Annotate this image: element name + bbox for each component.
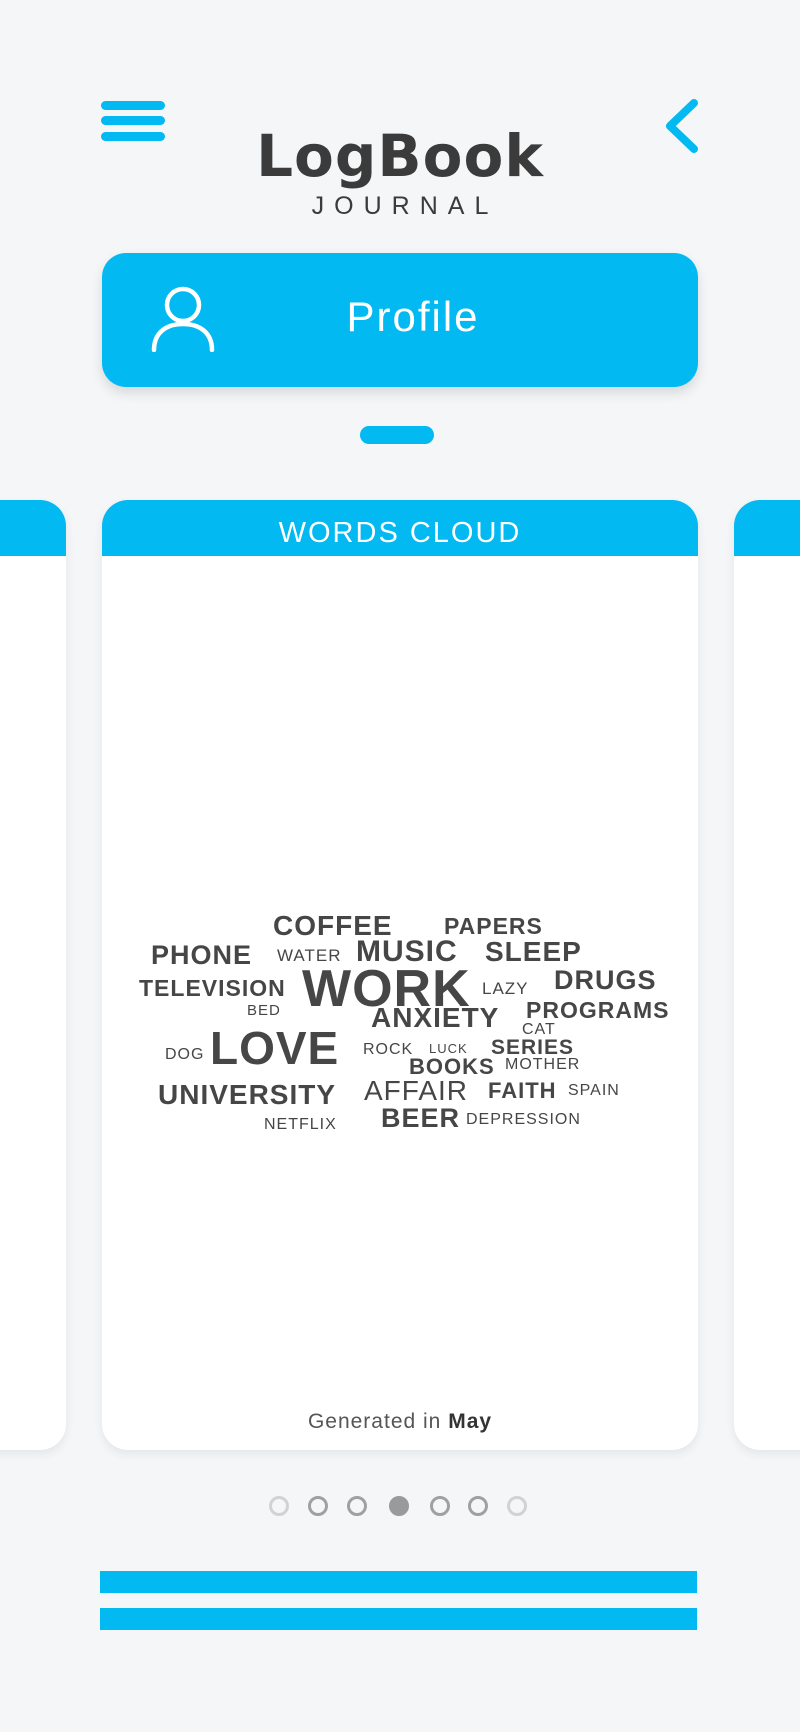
app-screen: LogBook JOURNAL Profile WORDS CLOUD COFF… [0, 0, 800, 1732]
cloud-word: BEER [381, 1103, 461, 1133]
generated-month: May [448, 1410, 493, 1433]
next-card-header [734, 500, 800, 556]
bottom-bar [100, 1608, 697, 1630]
words-cloud-card: WORDS CLOUD COFFEE PAPERS PHONE WATER MU… [102, 500, 698, 1450]
cloud-word: LOVE [210, 1022, 340, 1074]
cloud-word: SPAIN [568, 1082, 620, 1099]
cloud-word: ANXIETY [371, 1002, 500, 1033]
cloud-word: ROCK [363, 1041, 414, 1058]
profile-label: Profile [346, 293, 480, 340]
word-cloud: COFFEE PAPERS PHONE WATER MUSIC SLEEP TE… [102, 500, 698, 1450]
cloud-word: MOTHER [505, 1056, 581, 1073]
app-title: LogBook [256, 122, 544, 190]
page-dot[interactable] [347, 1496, 367, 1516]
previous-card[interactable] [0, 500, 66, 1450]
cloud-word: TELEVISION [139, 975, 286, 1001]
page-dot[interactable] [269, 1496, 289, 1516]
page-dot[interactable] [308, 1496, 328, 1516]
menu-line [101, 101, 165, 110]
cloud-word: PROGRAMS [526, 997, 670, 1023]
cloud-word: SLEEP [485, 936, 582, 967]
cloud-word: LAZY [482, 979, 529, 998]
cloud-word: AFFAIR [364, 1075, 469, 1106]
cloud-word: FAITH [488, 1078, 557, 1103]
page-dot[interactable] [507, 1496, 527, 1516]
cloud-word: BED [247, 1002, 281, 1019]
cloud-word: UNIVERSITY [158, 1079, 337, 1110]
previous-card-header [0, 500, 66, 556]
cloud-word: DEPRESSION [466, 1111, 581, 1128]
cloud-word: PHONE [151, 940, 253, 970]
generated-prefix: Generated in [307, 1410, 442, 1433]
next-card[interactable] [734, 500, 800, 1450]
cloud-word: SERIES [491, 1036, 575, 1059]
cloud-word: DRUGS [554, 965, 657, 995]
cloud-word: PAPERS [444, 913, 543, 939]
generated-note: Generated in May [102, 1410, 698, 1434]
cloud-word: NETFLIX [264, 1116, 337, 1133]
page-dot[interactable] [430, 1496, 450, 1516]
page-dot-active[interactable] [389, 1496, 409, 1516]
cloud-word: DOG [165, 1046, 205, 1063]
app-subtitle: JOURNAL [311, 192, 499, 220]
bottom-bar [100, 1571, 697, 1593]
pagination [0, 1496, 800, 1520]
profile-button[interactable]: Profile [102, 253, 698, 387]
drag-handle[interactable] [360, 426, 434, 444]
page-dot[interactable] [468, 1496, 488, 1516]
